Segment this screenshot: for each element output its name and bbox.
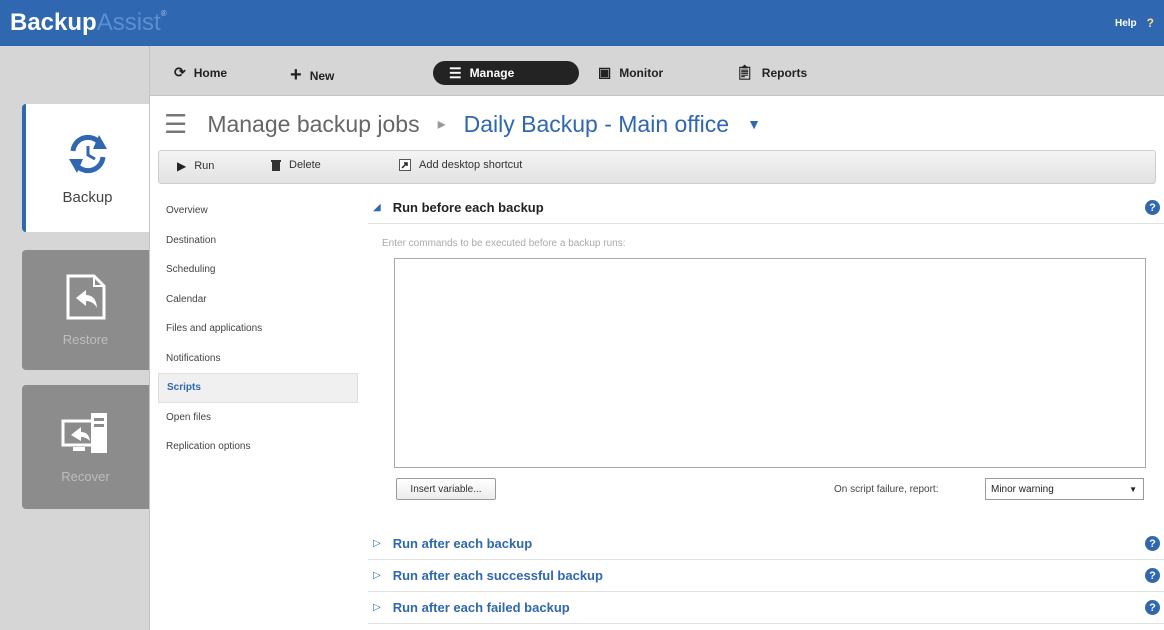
left-rail: Backup Restore Recover [0, 46, 150, 630]
run-before-commands-textarea[interactable] [394, 258, 1146, 468]
run-before-title: Run before each backup [392, 200, 544, 215]
nav-manage-label: Manage [469, 66, 515, 80]
breadcrumb-separator-icon: ▸ [437, 116, 446, 133]
add-desktop-shortcut-button[interactable]: Add desktop shortcut [399, 159, 522, 171]
script-failure-label: On script failure, report: [834, 484, 939, 495]
app-logo: BackupAssist® [10, 9, 167, 37]
run-after-success-title: Run after each successful backup [392, 568, 603, 583]
rail-tile-backup[interactable]: Backup [22, 104, 149, 232]
run-label: Run [194, 160, 215, 172]
nav-new-button[interactable]: + New [290, 64, 334, 87]
trash-icon [271, 160, 281, 171]
help-info-icon[interactable]: ? [1145, 536, 1160, 551]
collapsed-triangle-icon: ▷ [373, 538, 381, 549]
nav-home-button[interactable]: ⟳ Home [174, 64, 227, 81]
reports-icon: 📋︎ [736, 64, 754, 80]
manage-list-icon: ☰ [164, 108, 188, 139]
page-section-title: Manage backup jobs [207, 110, 420, 137]
job-selector[interactable]: Daily Backup - Main office [464, 111, 729, 138]
subnav-item-scripts[interactable]: Scripts [158, 373, 358, 403]
logo-backup-text: Backup [10, 9, 97, 36]
help-link[interactable]: Help ? [1115, 16, 1154, 30]
list-icon: ☰ [449, 64, 462, 81]
script-failure-value: Minor warning [991, 483, 1054, 495]
shortcut-icon [399, 159, 411, 171]
subnav-item-open-files[interactable]: Open files [158, 403, 358, 433]
run-after-title: Run after each backup [392, 536, 533, 551]
chevron-down-icon[interactable]: ▼ [747, 116, 761, 132]
collapsed-triangle-icon: ▷ [373, 602, 381, 613]
help-info-icon[interactable]: ? [1145, 200, 1160, 215]
subnav-item-notifications[interactable]: Notifications [158, 344, 358, 374]
nav-reports-label: Reports [761, 65, 808, 80]
shortcut-label: Add desktop shortcut [419, 159, 523, 171]
delete-label: Delete [289, 159, 321, 171]
nav-new-label: New [309, 68, 335, 83]
monitor-icon: ▣ [598, 64, 612, 80]
logo-trademark: ® [160, 9, 167, 18]
rail-tile-recover[interactable]: Recover [22, 385, 149, 509]
subnav-item-replication-options[interactable]: Replication options [158, 432, 358, 462]
backup-icon [68, 134, 107, 173]
page-title: ☰ Manage backup jobs ▸ Daily Backup - Ma… [164, 106, 761, 142]
subnav-item-overview[interactable]: Overview [158, 196, 358, 226]
run-before-header[interactable]: ◢ Run before each backup ? [368, 192, 1164, 224]
plus-icon: + [290, 64, 302, 86]
subnav-item-scheduling[interactable]: Scheduling [158, 255, 358, 285]
insert-variable-button[interactable]: Insert variable... [396, 478, 496, 500]
help-info-icon[interactable]: ? [1145, 600, 1160, 615]
expanded-triangle-icon: ◢ [373, 202, 381, 213]
rail-label-restore: Restore [62, 331, 109, 347]
run-before-instruction: Enter commands to be executed before a b… [382, 238, 626, 249]
help-icon[interactable]: ? [1147, 16, 1154, 30]
logo-assist-text: Assist [96, 9, 161, 36]
rail-tile-restore[interactable]: Restore [22, 250, 149, 370]
run-after-header[interactable]: ▷ Run after each backup ? [368, 528, 1164, 560]
collapsed-script-sections: ▷ Run after each backup ? ▷ Run after ea… [368, 528, 1164, 624]
subnav-item-destination[interactable]: Destination [158, 226, 358, 256]
rail-label-recover: Recover [61, 468, 110, 484]
nav-manage-button[interactable]: ☰ Manage [433, 61, 579, 85]
nav-reports-button[interactable]: 📋︎ Reports [736, 64, 807, 81]
help-info-icon[interactable]: ? [1145, 568, 1160, 583]
rail-label-backup: Backup [62, 188, 113, 206]
help-label[interactable]: Help [1115, 18, 1137, 29]
delete-button[interactable]: Delete [271, 159, 321, 171]
nav-monitor-label: Monitor [619, 65, 664, 80]
subnav-item-calendar[interactable]: Calendar [158, 285, 358, 315]
run-after-failed-title: Run after each failed backup [392, 600, 570, 615]
run-after-success-header[interactable]: ▷ Run after each successful backup ? [368, 560, 1164, 592]
top-navigation: ⟳ Home + New ☰ Manage ▣ Monitor 📋︎ Repor… [150, 46, 1164, 96]
restore-icon [66, 274, 105, 319]
script-failure-select[interactable]: Minor warning ▼ [985, 478, 1144, 500]
collapsed-triangle-icon: ▷ [373, 570, 381, 581]
subnav-item-files-and-applications[interactable]: Files and applications [158, 314, 358, 344]
nav-monitor-button[interactable]: ▣ Monitor [598, 64, 663, 81]
job-settings-menu: Overview Destination Scheduling Calendar… [158, 196, 358, 462]
run-button[interactable]: ▶ Run [177, 159, 214, 173]
run-after-failed-header[interactable]: ▷ Run after each failed backup ? [368, 592, 1164, 624]
job-toolbar: ▶ Run Delete Add desktop shortcut [158, 150, 1156, 184]
run-before-section: ◢ Run before each backup ? Enter command… [368, 192, 1164, 500]
recover-icon [61, 412, 107, 453]
play-icon: ▶ [177, 159, 187, 173]
nav-home-label: Home [193, 65, 228, 80]
home-refresh-icon: ⟳ [174, 64, 186, 80]
dropdown-arrow-icon: ▼ [1129, 484, 1137, 494]
title-bar: BackupAssist® Help ? [0, 0, 1164, 46]
